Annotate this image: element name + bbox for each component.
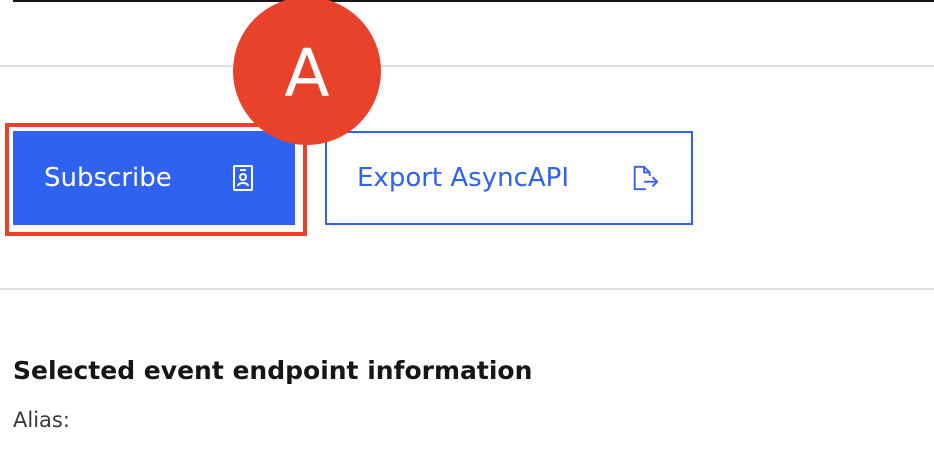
export-icon xyxy=(631,163,659,193)
section-divider-top xyxy=(0,65,934,67)
annotation-marker-label: A xyxy=(284,35,330,112)
export-asyncapi-button-label: Export AsyncAPI xyxy=(357,163,569,193)
alias-label: Alias: xyxy=(13,408,70,432)
section-title: Selected event endpoint information xyxy=(13,356,533,385)
export-asyncapi-button[interactable]: Export AsyncAPI xyxy=(325,131,693,225)
subscribe-button-label: Subscribe xyxy=(44,163,172,193)
badge-icon xyxy=(229,163,257,193)
top-border xyxy=(13,0,934,2)
subscribe-button[interactable]: Subscribe xyxy=(13,131,295,225)
section-divider-bottom xyxy=(0,288,934,290)
annotation-marker: A xyxy=(233,0,381,145)
